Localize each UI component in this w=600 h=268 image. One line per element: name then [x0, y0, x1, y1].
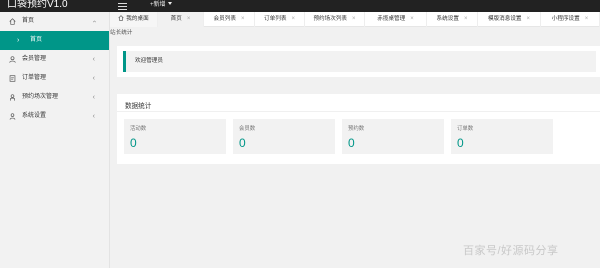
tab-label: 预约场次列表 [313, 16, 348, 22]
tab-label: 赤揽桌管理 [377, 16, 406, 22]
close-icon[interactable]: × [527, 16, 531, 22]
chevron-icon: ‹ [90, 20, 98, 23]
sidebar: 首页 ‹ › 首页 会员管理 ‹ 订单管理 ‹ 预约场次管理 ‹ 系统设置 ‹ [0, 12, 110, 268]
stat-box: 订单数 0 [451, 119, 553, 154]
close-icon[interactable]: × [585, 16, 589, 22]
welcome-message: 欢迎管理员 [123, 51, 596, 72]
order-icon [9, 75, 16, 82]
tab-label: 我的桌面 [126, 16, 149, 22]
stat-value: 0 [130, 136, 137, 150]
tab-template-msg[interactable]: 模版消息设置 × [478, 12, 541, 27]
tab-members[interactable]: 会员列表 × [204, 12, 255, 27]
sidebar-item-label: 订单管理 [22, 75, 47, 81]
home-icon [9, 18, 16, 25]
stats-title: 数据统计 [125, 103, 152, 110]
chevron-left-icon: ‹ [92, 56, 95, 63]
stat-value: 0 [239, 136, 246, 150]
stats-card: 数据统计 活动数 0 会员数 0 预约数 0 订单数 0 [117, 94, 600, 164]
breadcrumb: 站长统计 [110, 30, 133, 36]
tab-bar: 我的桌面 首页 × 会员列表 × 订单列表 × 预约场次列表 × 赤揽桌管理 × 系统设置… [110, 12, 600, 27]
close-icon[interactable]: × [352, 16, 356, 22]
watermark: 百家号/好源码分享 [463, 245, 559, 257]
tab-label: 模版消息设置 [487, 16, 522, 22]
chevron-left-icon: ‹ [92, 113, 95, 120]
welcome-card: 欢迎管理员 [117, 46, 600, 77]
user-icon [9, 56, 16, 63]
app-title: 口袋预约V1.0 [7, 0, 68, 10]
sidebar-subitem-home[interactable]: › 首页 [0, 31, 109, 50]
tab-desktop[interactable]: 我的桌面 [110, 12, 158, 27]
tab-label: 订单列表 [264, 16, 287, 22]
caret-down-icon [167, 2, 172, 5]
tab-orders[interactable]: 订单列表 × [255, 12, 305, 27]
home-icon [118, 15, 124, 21]
stat-value: 0 [348, 136, 355, 150]
chevron-right-icon: › [17, 37, 20, 44]
tab-miniprogram[interactable]: 小程序设置 × [541, 12, 600, 27]
tab-sessions[interactable]: 预约场次列表 × [305, 12, 365, 27]
sidebar-item-label: 首页 [22, 18, 35, 24]
tab-label: 首页 [170, 16, 182, 22]
close-icon[interactable]: × [291, 16, 295, 22]
settings-icon [9, 113, 16, 120]
tab-settings[interactable]: 系统设置 × [427, 12, 478, 27]
divider [117, 111, 600, 112]
sidebar-item-sessions[interactable]: 预约场次管理 ‹ [0, 88, 109, 107]
top-bar: 口袋预约V1.0 +新增 [0, 0, 600, 12]
sidebar-item-label: 会员管理 [22, 56, 47, 62]
close-icon[interactable]: × [410, 16, 414, 22]
sidebar-item-members[interactable]: 会员管理 ‹ [0, 50, 109, 69]
tab-tables[interactable]: 赤揽桌管理 × [365, 12, 427, 27]
sidebar-item-label: 系统设置 [22, 113, 47, 119]
stat-label: 活动数 [130, 126, 147, 132]
close-icon[interactable]: × [241, 16, 245, 22]
stat-box: 预约数 0 [342, 119, 444, 154]
sidebar-item-label: 预约场次管理 [22, 94, 59, 100]
stat-value: 0 [457, 136, 464, 150]
chevron-left-icon: ‹ [92, 75, 95, 82]
sidebar-item-settings[interactable]: 系统设置 ‹ [0, 107, 109, 126]
tab-label: 会员列表 [213, 16, 236, 22]
stat-label: 订单数 [457, 126, 474, 132]
menu-toggle-icon[interactable] [118, 1, 127, 10]
close-icon[interactable]: × [187, 16, 191, 22]
stat-box: 活动数 0 [124, 119, 226, 154]
tab-label: 系统设置 [436, 16, 459, 22]
stat-box: 会员数 0 [233, 119, 335, 154]
tab-label: 小程序设置 [551, 16, 580, 22]
person-icon [10, 94, 15, 101]
sidebar-item-home[interactable]: 首页 ‹ [0, 12, 109, 31]
sidebar-subitem-label: 首页 [30, 37, 43, 43]
close-icon[interactable]: × [464, 16, 468, 22]
new-menu-label: +新增 [150, 2, 166, 8]
new-menu-button[interactable]: +新增 [150, 1, 172, 10]
chevron-left-icon: ‹ [92, 94, 95, 101]
tab-home[interactable]: 首页 × [158, 12, 204, 27]
stat-label: 预约数 [348, 126, 365, 132]
stat-label: 会员数 [239, 126, 256, 132]
sidebar-item-orders[interactable]: 订单管理 ‹ [0, 69, 109, 88]
